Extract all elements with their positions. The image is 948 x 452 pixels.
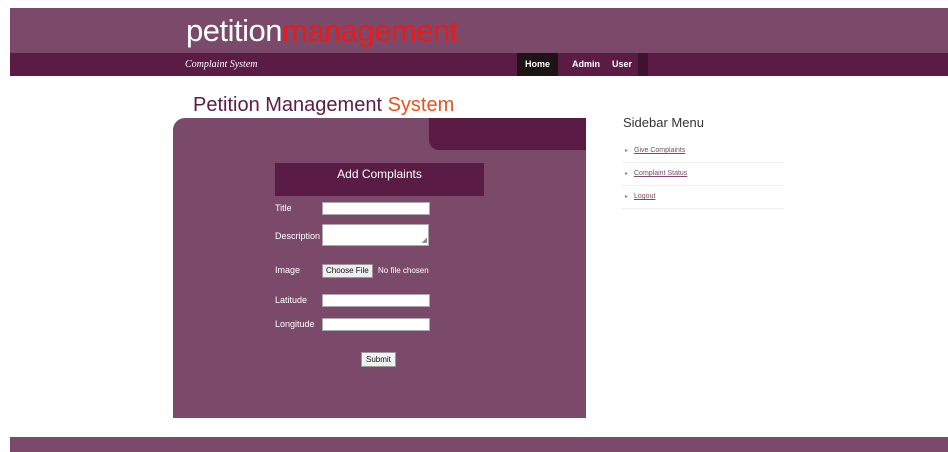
form-header: Add Complaints: [275, 163, 484, 196]
description-textarea[interactable]: ◢: [322, 224, 429, 246]
logo-text-petition: petition: [186, 13, 282, 48]
nav-admin-link[interactable]: Admin: [568, 53, 604, 76]
latitude-label: Latitude: [275, 295, 308, 305]
give-complaints-link[interactable]: Give Complaints: [634, 147, 685, 154]
longitude-input[interactable]: [322, 318, 430, 331]
resize-grip-icon[interactable]: ◢: [422, 237, 427, 244]
title-input[interactable]: [322, 202, 430, 215]
nav-user-link[interactable]: User: [610, 53, 634, 76]
sidebar-item-complaint-status: ▸ Complaint Status: [622, 163, 784, 186]
complaint-form-panel: Add Complaints Title Description ◢ Image…: [173, 118, 586, 418]
nav-home-link[interactable]: Home: [517, 53, 558, 76]
site-tagline: Complaint System: [185, 59, 258, 70]
description-label: Description: [275, 231, 321, 241]
header-banner: petitionmanagement: [10, 8, 948, 53]
sidebar-item-logout: ▸ Logout: [622, 186, 784, 209]
page-title-accent: System: [387, 94, 455, 116]
choose-file-button[interactable]: Choose File: [322, 264, 373, 278]
title-label: Title: [275, 203, 292, 213]
sidebar-item-give-complaints: ▸ Give Complaints: [622, 140, 784, 163]
page-title: Petition Management System: [193, 93, 454, 117]
sidebar-menu: ▸ Give Complaints ▸ Complaint Status ▸ Logo…: [622, 140, 784, 209]
logo-text-management: management: [281, 13, 458, 48]
nav-bar: Complaint System Home Admin User: [10, 53, 948, 76]
nav-divider: [638, 53, 648, 76]
complaint-status-link[interactable]: Complaint Status: [634, 170, 687, 177]
caret-right-icon: ▸: [625, 171, 629, 177]
latitude-input[interactable]: [322, 294, 430, 307]
logout-link[interactable]: Logout: [634, 193, 655, 200]
image-label: Image: [275, 265, 301, 275]
sidebar-title: Sidebar Menu: [623, 115, 704, 130]
submit-button[interactable]: Submit: [361, 352, 396, 367]
caret-right-icon: ▸: [625, 148, 629, 154]
file-status-text: No file chosen: [378, 266, 429, 275]
site-logo[interactable]: petitionmanagement: [186, 8, 458, 53]
panel-tab-decoration: [429, 118, 586, 150]
longitude-label: Longitude: [275, 319, 315, 329]
caret-right-icon: ▸: [625, 194, 629, 200]
footer-bar: [10, 437, 948, 452]
page-title-main: Petition Management: [193, 94, 383, 116]
